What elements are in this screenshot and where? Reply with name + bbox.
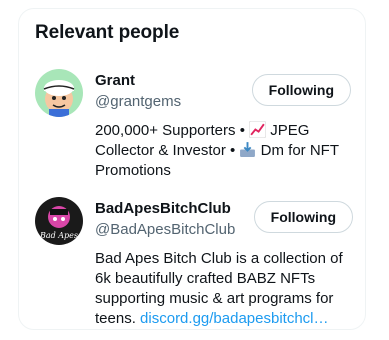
grant-avatar-image: [35, 69, 83, 117]
bio-text: 200,000+ Supporters •: [95, 122, 245, 139]
badapes-avatar-image: Bad Apes: [35, 197, 83, 245]
avatar[interactable]: Bad Apes: [35, 197, 83, 245]
bio-link[interactable]: discord.gg/badapesbitchcl…: [140, 310, 328, 327]
avatar-logo-text: Bad Apes: [39, 231, 78, 240]
inbox-tray-icon: [240, 142, 256, 157]
user-handle[interactable]: @BadApesBitchClub: [95, 221, 235, 238]
user-handle[interactable]: @grantgems: [95, 93, 181, 110]
user-bio: Bad Apes Bitch Club is a collection of 6…: [95, 249, 359, 329]
relevant-people-card: Relevant people Grant @grantgems Followi…: [18, 8, 366, 330]
chart-increasing-icon: [249, 121, 267, 138]
card-title: Relevant people: [35, 22, 180, 43]
user-bio: 200,000+ Supporters • JPEG Collector & I…: [95, 121, 359, 181]
following-button[interactable]: Following: [251, 74, 351, 106]
following-button[interactable]: Following: [253, 201, 353, 233]
display-name[interactable]: BadApesBitchClub: [95, 200, 231, 217]
display-name[interactable]: Grant: [95, 72, 135, 89]
avatar[interactable]: [35, 69, 83, 117]
